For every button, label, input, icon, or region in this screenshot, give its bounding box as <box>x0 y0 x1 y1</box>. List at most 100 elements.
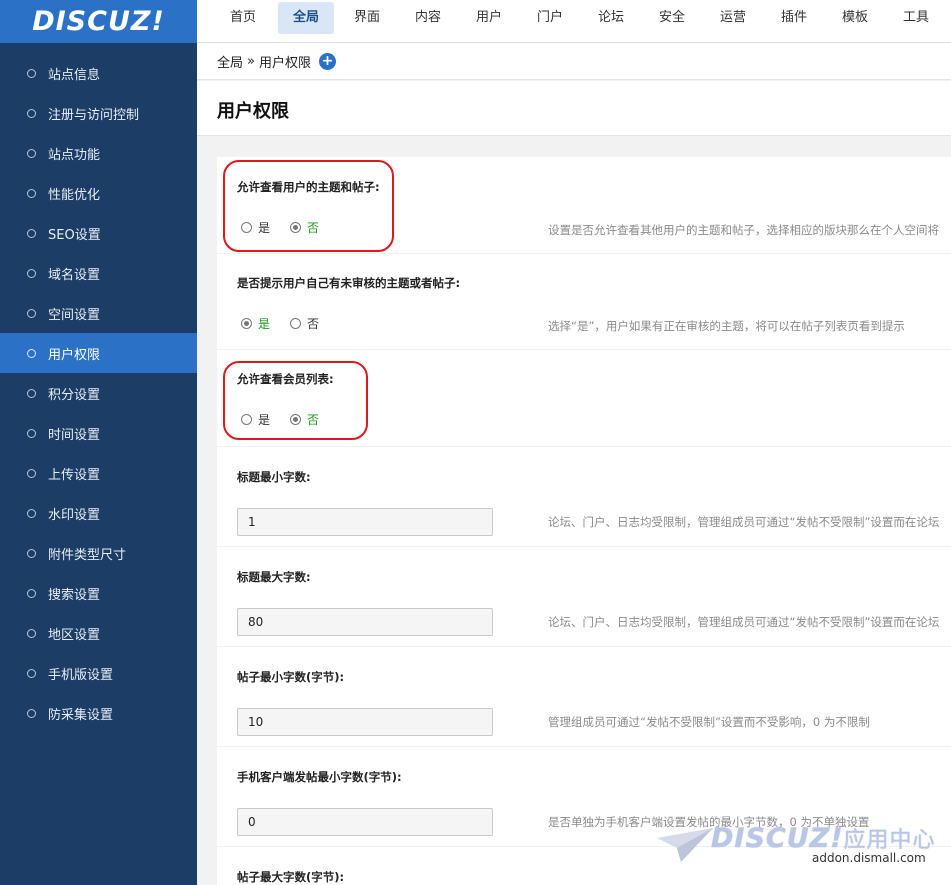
radio-checked-icon[interactable] <box>290 414 302 425</box>
tab-plugins[interactable]: 插件 <box>766 2 822 34</box>
sidebar-item-domain[interactable]: 域名设置 <box>0 253 197 293</box>
sidebar-item-label: 附件类型尺寸 <box>48 547 127 563</box>
bullet-icon <box>27 388 36 398</box>
radio-circle-icon[interactable] <box>241 414 252 425</box>
sidebar-item-label: 搜索设置 <box>48 587 101 603</box>
tab-portal[interactable]: 门户 <box>522 2 578 34</box>
tab-templates[interactable]: 模板 <box>827 2 883 34</box>
sidebar-item-registration[interactable]: 注册与访问控制 <box>0 93 197 133</box>
radio-label: 是 <box>258 317 271 331</box>
radio-circle-icon[interactable] <box>290 318 302 329</box>
watermark-brand-cn: 应用中心 <box>843 828 936 853</box>
sidebar-item-label: 积分设置 <box>48 387 101 403</box>
radio-label: 是 <box>258 413 271 427</box>
sidebar-item-label: 地区设置 <box>48 627 101 643</box>
add-shortcut-icon[interactable]: + <box>319 52 336 70</box>
sidebar-item-label: 手机版设置 <box>48 667 114 683</box>
radio-yes[interactable]: 是 <box>241 411 270 428</box>
watermark: DISCUZ!应用中心 addon.dismall.com <box>655 822 951 882</box>
sidebar-item-anti-scrape[interactable]: 防采集设置 <box>0 693 197 733</box>
radio-label: 是 <box>258 221 271 235</box>
sidebar-item-site-info[interactable]: 站点信息 <box>0 53 197 93</box>
sidebar-item-time[interactable]: 时间设置 <box>0 413 197 453</box>
setting-row-view-member-list: 允许查看会员列表: 是 否 <box>217 349 951 447</box>
sidebar-item-upload[interactable]: 上传设置 <box>0 453 197 493</box>
breadcrumb: 全局 » 用户权限 + <box>197 43 951 80</box>
breadcrumb-separator: » <box>247 53 255 69</box>
sidebar-item-search[interactable]: 搜索设置 <box>0 573 197 613</box>
tab-security[interactable]: 安全 <box>644 2 700 34</box>
breadcrumb-root[interactable]: 全局 <box>217 52 243 71</box>
tab-home[interactable]: 首页 <box>215 2 271 34</box>
sidebar-item-user-permissions[interactable]: 用户权限 <box>0 333 197 373</box>
sidebar-item-seo[interactable]: SEO设置 <box>0 213 197 253</box>
bullet-icon <box>27 228 36 238</box>
sidebar-item-mobile[interactable]: 手机版设置 <box>0 653 197 693</box>
radio-checked-icon[interactable] <box>241 318 252 329</box>
bullet-icon <box>27 548 36 558</box>
sidebar-item-attachment-types[interactable]: 附件类型尺寸 <box>0 533 197 573</box>
sidebar: 站点信息 注册与访问控制 站点功能 性能优化 SEO设置 域名设置 空间设置 用… <box>0 43 197 885</box>
radio-yes[interactable]: 是 <box>241 315 270 332</box>
bullet-icon <box>27 668 36 678</box>
sidebar-item-watermark[interactable]: 水印设置 <box>0 493 197 533</box>
paper-plane-icon <box>657 828 713 862</box>
title-max-length-input[interactable] <box>237 608 493 636</box>
setting-row-post-min-bytes: 帖子最小字数(字节): 管理组成员可通过“发帖不受限制”设置而不受影响，0 为不… <box>217 646 951 747</box>
radio-no[interactable]: 否 <box>290 315 319 332</box>
radio-group: 是 否 <box>241 411 339 428</box>
tab-global[interactable]: 全局 <box>278 2 334 34</box>
bullet-icon <box>27 708 36 718</box>
setting-hint: 论坛、门户、日志均受限制，管理组成员可通过“发帖不受限制”设置而在论坛 <box>548 615 940 629</box>
bullet-icon <box>27 628 36 638</box>
radio-label: 否 <box>307 221 320 235</box>
watermark-brand: DISCUZ!应用中心 <box>711 822 936 854</box>
tab-operations[interactable]: 运营 <box>705 2 761 34</box>
sidebar-item-label: 站点功能 <box>48 147 101 163</box>
setting-row-title-min-length: 标题最小字数: 论坛、门户、日志均受限制，管理组成员可通过“发帖不受限制”设置而… <box>217 446 951 547</box>
radio-label: 否 <box>307 413 320 427</box>
setting-label: 允许查看用户的主题和帖子: <box>237 180 380 194</box>
sidebar-item-region[interactable]: 地区设置 <box>0 613 197 653</box>
sidebar-item-label: 上传设置 <box>48 467 101 483</box>
radio-label: 否 <box>307 317 320 331</box>
watermark-url: addon.dismall.com <box>812 851 926 865</box>
radio-yes[interactable]: 是 <box>241 219 270 236</box>
sidebar-item-performance[interactable]: 性能优化 <box>0 173 197 213</box>
sidebar-item-site-features[interactable]: 站点功能 <box>0 133 197 173</box>
page-header: 用户权限 <box>197 81 951 136</box>
sidebar-item-label: 水印设置 <box>48 507 101 523</box>
watermark-brand-en: DISCUZ! <box>711 823 844 854</box>
mobile-post-min-bytes-input[interactable] <box>237 808 493 836</box>
tab-content[interactable]: 内容 <box>400 2 456 34</box>
sidebar-item-space[interactable]: 空间设置 <box>0 293 197 333</box>
bullet-icon <box>27 148 36 158</box>
radio-no[interactable]: 否 <box>290 411 319 428</box>
top-nav: 首页 全局 界面 内容 用户 门户 论坛 安全 运营 插件 模板 工具 <box>197 0 951 43</box>
bullet-icon <box>27 188 36 198</box>
post-min-bytes-input[interactable] <box>237 708 493 736</box>
sidebar-item-label: 站点信息 <box>48 67 101 83</box>
sidebar-item-credits[interactable]: 积分设置 <box>0 373 197 413</box>
sidebar-item-label: 域名设置 <box>48 267 101 283</box>
setting-label: 手机客户端发帖最小字数(字节): <box>237 770 402 784</box>
bullet-icon <box>27 308 36 318</box>
tab-users[interactable]: 用户 <box>461 2 517 34</box>
sidebar-item-label: 注册与访问控制 <box>48 107 140 123</box>
bullet-icon <box>27 428 36 438</box>
setting-label: 是否提示用户自己有未审核的主题或者帖子: <box>237 276 461 290</box>
setting-hint: 选择“是”，用户如果有正在审核的主题，将可以在帖子列表页看到提示 <box>548 319 905 333</box>
setting-row-view-user-threads: 允许查看用户的主题和帖子: 是 否 设置是否允许查看其他用户的主题和帖子，选择相… <box>217 157 951 254</box>
setting-label: 标题最大字数: <box>237 570 311 584</box>
bullet-icon <box>27 588 36 598</box>
tab-interface[interactable]: 界面 <box>339 2 395 34</box>
discuz-logo[interactable]: DISCUZ! <box>0 0 197 43</box>
radio-checked-icon[interactable] <box>290 222 302 233</box>
tab-forum[interactable]: 论坛 <box>583 2 639 34</box>
radio-no[interactable]: 否 <box>290 219 319 236</box>
bullet-icon <box>27 108 36 118</box>
title-min-length-input[interactable] <box>237 508 493 536</box>
sidebar-item-label: 防采集设置 <box>48 707 114 723</box>
tab-tools[interactable]: 工具 <box>888 2 944 34</box>
radio-circle-icon[interactable] <box>241 222 252 233</box>
